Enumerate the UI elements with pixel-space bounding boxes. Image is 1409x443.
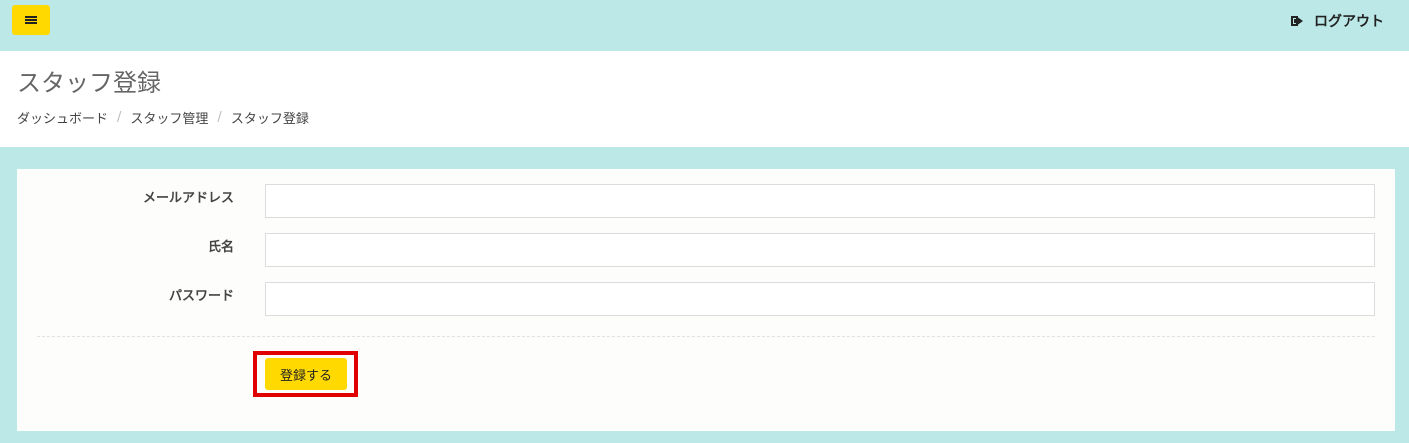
staff-registration-form: メールアドレス 氏名 パスワード 登録する	[17, 169, 1395, 431]
password-label: パスワード	[168, 289, 234, 304]
breadcrumb-item-staff-registration: スタッフ登録	[230, 112, 309, 127]
breadcrumb-separator: /	[217, 110, 222, 125]
form-row-name: 氏名	[17, 233, 1395, 267]
top-navbar: ログアウト	[0, 0, 1409, 51]
menu-toggle-button[interactable]	[12, 5, 50, 35]
breadcrumb-separator: /	[117, 110, 122, 125]
content-header: スタッフ登録 ダッシュボード / スタッフ管理 / スタッフ登録	[0, 51, 1409, 147]
submit-button[interactable]: 登録する	[265, 358, 347, 390]
breadcrumb-item-staff-management[interactable]: スタッフ管理	[130, 108, 208, 127]
password-field[interactable]	[265, 282, 1375, 316]
breadcrumb-item-dashboard[interactable]: ダッシュボード	[17, 108, 108, 127]
breadcrumb: ダッシュボード / スタッフ管理 / スタッフ登録	[17, 108, 309, 127]
logout-link[interactable]: ログアウト	[1291, 11, 1384, 31]
name-field[interactable]	[265, 233, 1375, 267]
name-label: 氏名	[207, 240, 234, 255]
sign-out-icon	[1291, 15, 1305, 27]
form-divider	[37, 336, 1375, 337]
form-row-email: メールアドレス	[17, 184, 1395, 218]
email-label: メールアドレス	[142, 191, 234, 206]
email-field[interactable]	[265, 184, 1375, 218]
form-row-password: パスワード	[17, 282, 1395, 316]
page-title: スタッフ登録	[17, 69, 161, 97]
logout-label: ログアウト	[1314, 14, 1384, 30]
hamburger-icon	[25, 15, 37, 25]
